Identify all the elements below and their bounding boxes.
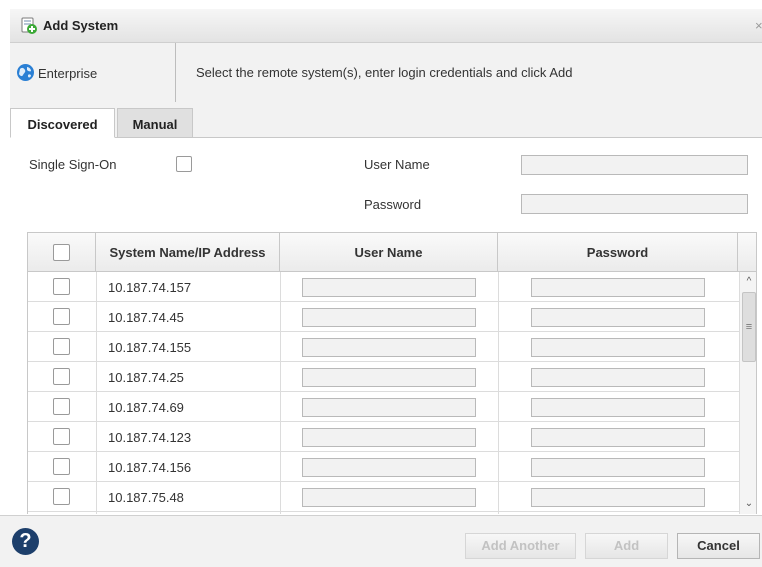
row-checkbox[interactable] xyxy=(53,338,70,355)
row-username-input[interactable] xyxy=(302,368,476,387)
column-header-username[interactable]: User Name xyxy=(280,233,498,272)
row-ip-address: 10.187.75.48 xyxy=(108,490,184,505)
table-header: System Name/IP Address User Name Passwor… xyxy=(28,233,756,272)
table-row: 10.187.74.69 xyxy=(28,392,739,422)
row-username-input[interactable] xyxy=(302,278,476,297)
row-password-input[interactable] xyxy=(531,428,705,447)
username-label: User Name xyxy=(364,157,430,172)
row-checkbox[interactable] xyxy=(53,458,70,475)
row-username-input[interactable] xyxy=(302,428,476,447)
password-label: Password xyxy=(364,197,422,212)
row-username-input[interactable] xyxy=(302,308,476,327)
systems-table: System Name/IP Address User Name Passwor… xyxy=(27,232,757,514)
dialog-title: Add System xyxy=(43,18,119,33)
row-username-input[interactable] xyxy=(302,398,476,417)
row-password-input[interactable] xyxy=(531,488,705,507)
table-row xyxy=(28,512,739,514)
sso-checkbox[interactable] xyxy=(176,156,192,172)
table-body: 10.187.74.157 10.187.74.45 10.187.74.155 xyxy=(28,272,739,514)
add-another-button[interactable]: Add Another xyxy=(465,533,576,559)
password-field[interactable] xyxy=(521,194,748,214)
scroll-thumb[interactable]: ≡ xyxy=(742,292,756,362)
row-password-input[interactable] xyxy=(531,458,705,477)
select-all-checkbox[interactable] xyxy=(53,244,70,261)
sso-label: Single Sign-On xyxy=(29,157,117,172)
row-username-input[interactable] xyxy=(302,488,476,507)
row-password-input[interactable] xyxy=(531,278,705,297)
row-checkbox[interactable] xyxy=(53,428,70,445)
table-row: 10.187.74.156 xyxy=(28,452,739,482)
globe-icon xyxy=(16,63,35,82)
help-icon[interactable]: ? xyxy=(12,528,39,555)
close-icon[interactable]: × xyxy=(755,18,762,33)
username-field[interactable] xyxy=(521,155,748,175)
add-button[interactable]: Add xyxy=(585,533,668,559)
table-row: 10.187.74.25 xyxy=(28,362,739,392)
table-row: 10.187.74.123 xyxy=(28,422,739,452)
row-username-input[interactable] xyxy=(302,338,476,357)
tab-manual[interactable]: Manual xyxy=(117,108,193,138)
dialog-titlebar: Add System × xyxy=(10,9,762,43)
context-label: Enterprise xyxy=(38,66,98,81)
add-system-icon xyxy=(20,17,38,35)
tab-strip: Discovered Manual xyxy=(10,102,762,138)
row-password-input[interactable] xyxy=(531,398,705,417)
row-password-input[interactable] xyxy=(531,308,705,327)
instruction-text: Select the remote system(s), enter login… xyxy=(196,65,573,80)
column-header-password[interactable]: Password xyxy=(498,233,738,272)
select-all-header xyxy=(28,233,96,272)
row-ip-address: 10.187.74.157 xyxy=(108,280,192,295)
row-password-input[interactable] xyxy=(531,338,705,357)
scroll-down-icon[interactable]: ⌄ xyxy=(740,496,756,512)
row-ip-address: 10.187.74.155 xyxy=(108,340,192,355)
cancel-button[interactable]: Cancel xyxy=(677,533,760,559)
row-password-input[interactable] xyxy=(531,368,705,387)
row-checkbox[interactable] xyxy=(53,368,70,385)
row-checkbox[interactable] xyxy=(53,308,70,325)
row-ip-address: 10.187.74.45 xyxy=(108,310,184,325)
table-row: 10.187.74.157 xyxy=(28,272,739,302)
row-checkbox[interactable] xyxy=(53,278,70,295)
dialog-footer: ? Add Another Add Cancel xyxy=(0,515,762,567)
column-header-system[interactable]: System Name/IP Address xyxy=(96,233,280,272)
header-divider xyxy=(175,43,176,102)
row-ip-address: 10.187.74.25 xyxy=(108,370,184,385)
row-ip-address: 10.187.74.69 xyxy=(108,400,184,415)
table-row: 10.187.74.155 xyxy=(28,332,739,362)
table-row: 10.187.74.45 xyxy=(28,302,739,332)
table-row: 10.187.75.48 xyxy=(28,482,739,512)
row-ip-address: 10.187.74.156 xyxy=(108,460,192,475)
table-scrollbar[interactable]: ^ ≡ ⌄ xyxy=(739,272,756,514)
row-ip-address: 10.187.74.123 xyxy=(108,430,192,445)
row-checkbox[interactable] xyxy=(53,488,70,505)
scroll-up-icon[interactable]: ^ xyxy=(740,274,756,290)
tab-discovered[interactable]: Discovered xyxy=(10,108,115,138)
dialog-header: Enterprise Select the remote system(s), … xyxy=(10,43,762,102)
row-username-input[interactable] xyxy=(302,458,476,477)
row-checkbox[interactable] xyxy=(53,398,70,415)
